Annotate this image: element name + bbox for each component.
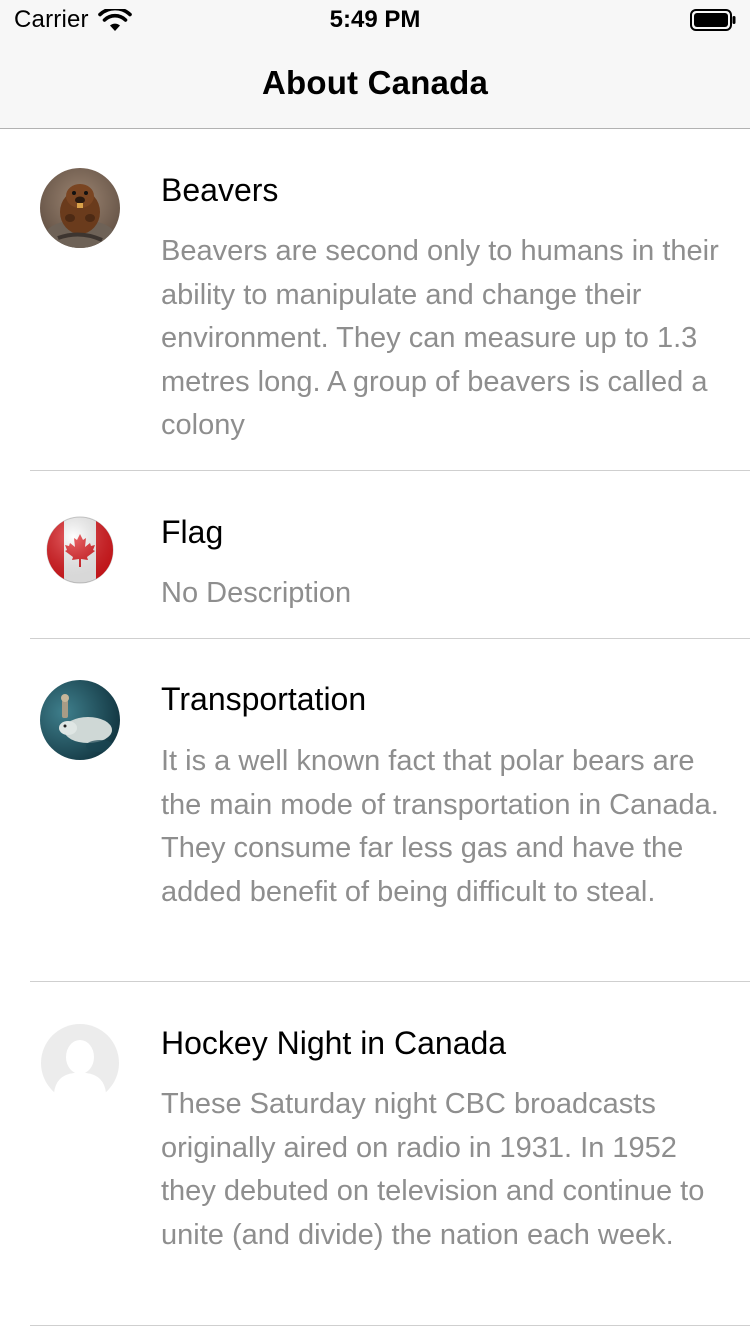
list-item-flag[interactable]: Flag No Description: [0, 471, 750, 639]
canada-flag-thumbnail: [40, 510, 120, 590]
row-title: Transportation: [161, 681, 367, 717]
list-item-transportation[interactable]: Transportation It is a well known fact t…: [0, 639, 750, 982]
navigation-bar: About Canada: [0, 40, 750, 129]
list-item-beavers[interactable]: Beavers Beavers are second only to human…: [0, 129, 750, 471]
items-list: Beavers Beavers are second only to human…: [0, 129, 750, 1326]
row-title: Beavers: [161, 172, 279, 208]
row-description: Beavers are second only to humans in the…: [161, 235, 719, 441]
row-title: Hockey Night in Canada: [161, 1025, 507, 1061]
status-bar: Carrier 5:49 PM: [0, 0, 750, 40]
placeholder-avatar-icon: [40, 1023, 120, 1103]
list-item-hockey-night[interactable]: Hockey Night in Canada These Saturday ni…: [0, 982, 750, 1326]
row-title: Flag: [161, 514, 224, 550]
row-description: No Description: [161, 577, 352, 609]
row-description: These Saturday night CBC broadcasts orig…: [161, 1088, 705, 1251]
battery-icon: [690, 9, 736, 31]
status-time: 5:49 PM: [329, 6, 421, 33]
app-screen: Carrier 5:49 PM About Canada Beavers Bea…: [0, 0, 750, 1334]
beaver-photo-thumbnail: [40, 168, 120, 248]
page-title: About Canada: [261, 64, 489, 101]
row-description: It is a well known fact that polar bears…: [161, 745, 719, 908]
polar-bear-photo-thumbnail: [40, 680, 120, 760]
row-separator: [30, 1325, 750, 1326]
